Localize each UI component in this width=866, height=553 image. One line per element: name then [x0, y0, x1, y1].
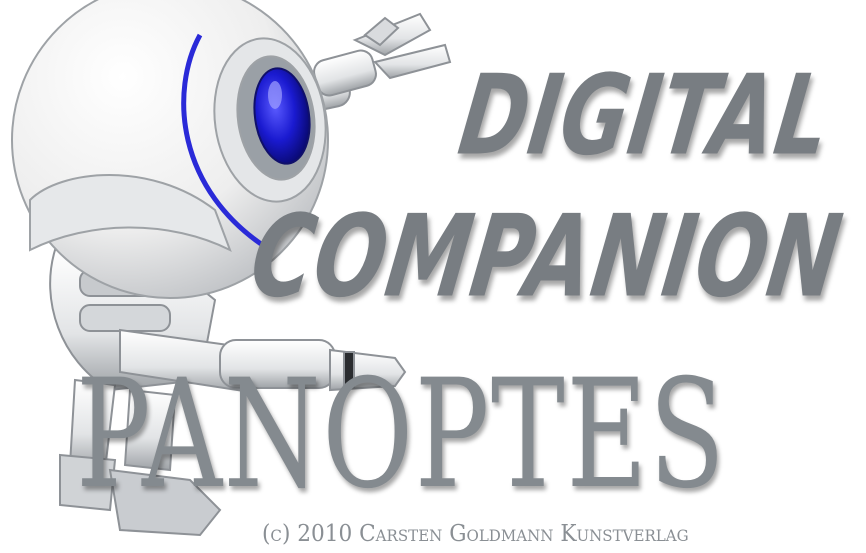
copyright-notice: (c) 2010 Carsten Goldmann Kunstverlag	[262, 521, 689, 547]
title-line-companion: COMPANION	[243, 190, 850, 323]
product-name: PANOPTES	[76, 348, 727, 522]
splash-artwork: DIGITAL COMPANION PANOPTES (c) 2010 Cars…	[0, 0, 866, 553]
title-line-digital: DIGITAL	[451, 52, 839, 181]
